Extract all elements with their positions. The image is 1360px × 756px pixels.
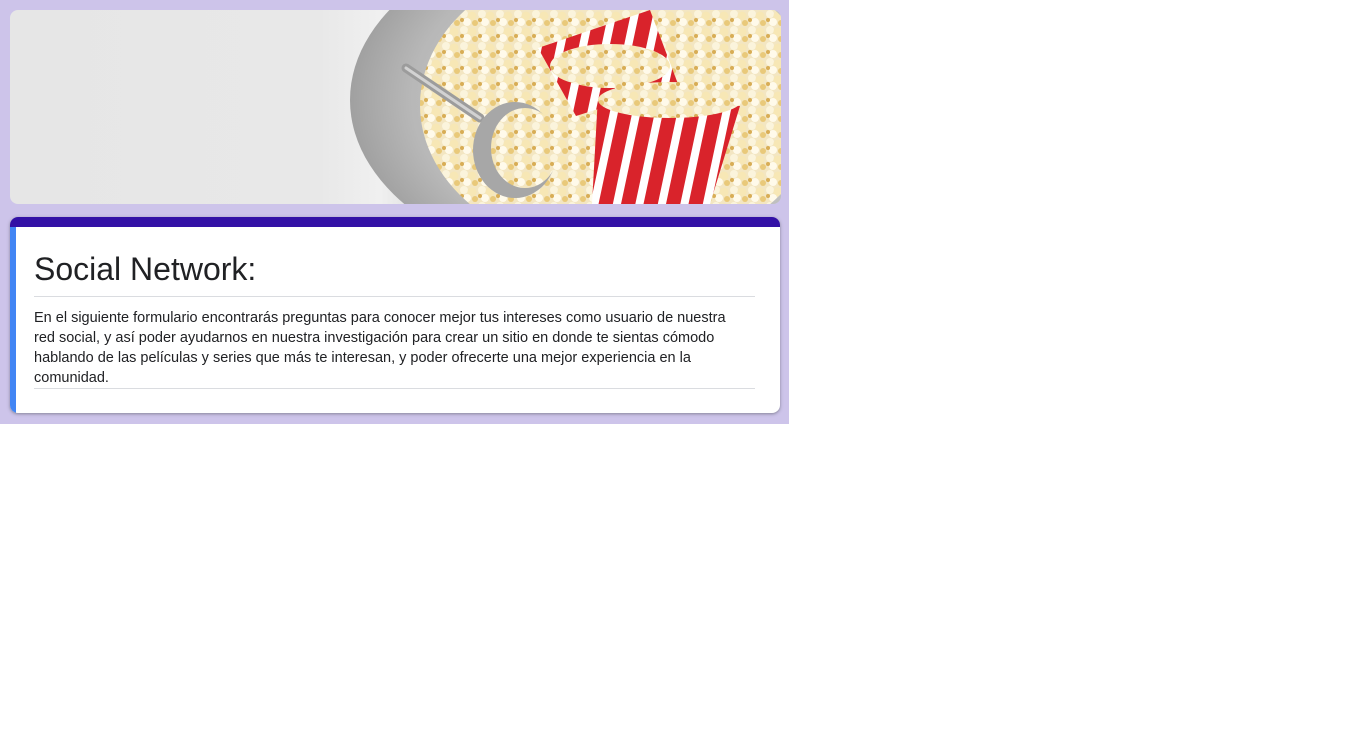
header-banner-image — [10, 10, 781, 204]
card-accent-top-bar — [10, 217, 780, 227]
popcorn-banner-image — [350, 10, 781, 204]
form-title: Social Network: — [34, 251, 257, 287]
form-description: En el siguiente formulario encontrarás p… — [34, 310, 726, 386]
title-divider — [34, 296, 755, 297]
form-header-card: Social Network: En el siguiente formular… — [10, 217, 780, 413]
description-divider — [34, 388, 755, 389]
card-accent-left-bar — [10, 227, 16, 413]
